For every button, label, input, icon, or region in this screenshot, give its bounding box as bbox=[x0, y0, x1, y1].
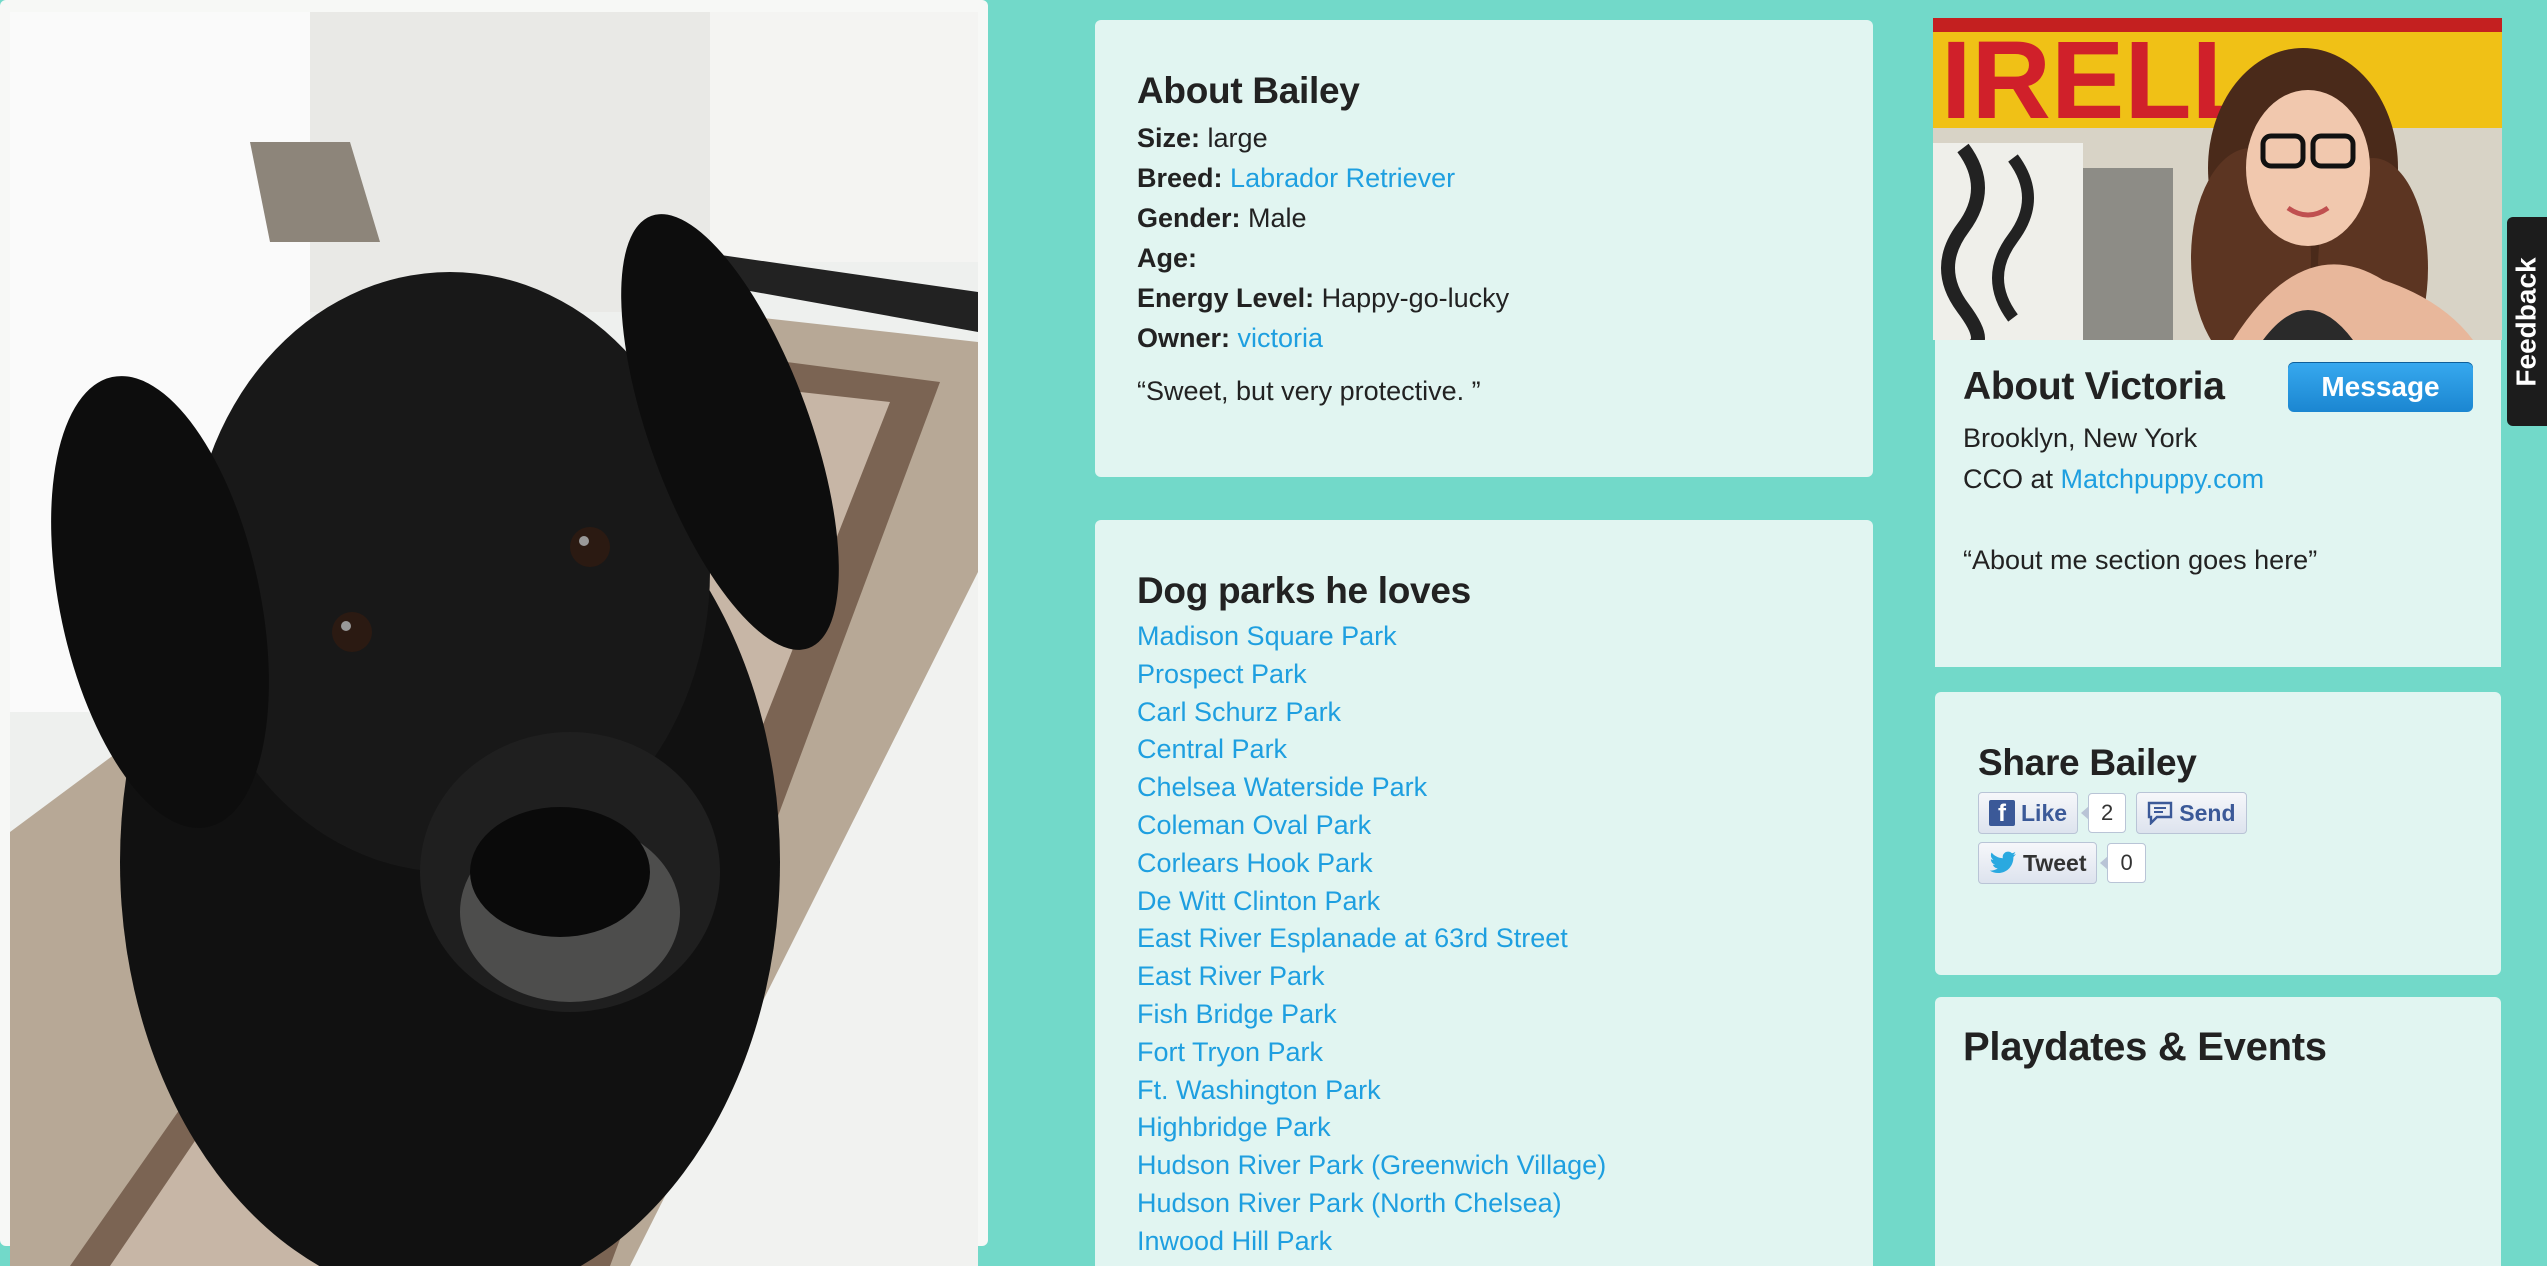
owner-job: CCO at Matchpuppy.com bbox=[1963, 464, 2265, 494]
about-dog-panel: About Bailey Size: large Breed: Labrador… bbox=[1095, 20, 1873, 477]
park-link[interactable]: Chelsea Waterside Park bbox=[1137, 769, 1831, 807]
dog-parks-panel: Dog parks he loves Madison Square Park P… bbox=[1095, 520, 1873, 1266]
owner-about: “About me section goes here” bbox=[1963, 545, 2318, 575]
events-heading: Playdates & Events bbox=[1963, 1025, 2327, 1069]
owner-portrait: IRELL bbox=[1933, 18, 2502, 340]
tweet-count: 0 bbox=[2100, 843, 2146, 883]
park-link[interactable]: Corlears Hook Park bbox=[1137, 845, 1831, 883]
fact-energy-level: Energy Level: Happy-go-lucky bbox=[1137, 283, 1510, 313]
park-link[interactable]: Fort Tryon Park bbox=[1137, 1034, 1831, 1072]
dog-parks-list: Madison Square Park Prospect Park Carl S… bbox=[1137, 618, 1831, 1261]
park-link[interactable]: Fish Bridge Park bbox=[1137, 996, 1831, 1034]
facebook-icon: f bbox=[1989, 800, 2015, 827]
dog-parks-heading: Dog parks he loves bbox=[1137, 570, 1471, 611]
fact-age: Age: bbox=[1137, 243, 1197, 273]
fact-owner: Owner: victoria bbox=[1137, 323, 1324, 353]
fact-gender: Gender: Male bbox=[1137, 203, 1307, 233]
park-link[interactable]: East River Esplanade at 63rd Street bbox=[1137, 920, 1831, 958]
sign-text: IRELL bbox=[1941, 19, 2259, 142]
owner-location: Brooklyn, New York bbox=[1963, 423, 2198, 453]
fact-size: Size: large bbox=[1137, 123, 1268, 153]
feedback-tab[interactable]: Feedback bbox=[2507, 217, 2547, 426]
like-count: 2 bbox=[2080, 793, 2127, 833]
park-link[interactable]: Inwood Hill Park bbox=[1137, 1223, 1831, 1261]
fact-breed: Breed: Labrador Retriever bbox=[1137, 163, 1456, 193]
owner-photo: IRELL bbox=[1933, 18, 2502, 340]
message-button[interactable]: Message bbox=[2288, 362, 2473, 412]
park-link[interactable]: Ft. Washington Park bbox=[1137, 1072, 1831, 1110]
tweet-button[interactable]: Tweet bbox=[1978, 842, 2098, 884]
facebook-send-button[interactable]: Send bbox=[2136, 792, 2247, 834]
company-link[interactable]: Matchpuppy.com bbox=[2061, 464, 2265, 494]
dog-photo-card bbox=[0, 0, 988, 1266]
feedback-label: Feedback bbox=[2511, 256, 2543, 387]
dog-quote: “Sweet, but very protective. ” bbox=[1137, 376, 1481, 406]
events-panel: Playdates & Events bbox=[1935, 997, 2501, 1266]
park-link[interactable]: De Witt Clinton Park bbox=[1137, 883, 1831, 921]
park-link[interactable]: East River Park bbox=[1137, 958, 1831, 996]
park-link[interactable]: Madison Square Park bbox=[1137, 618, 1831, 656]
park-link[interactable]: Hudson River Park (Greenwich Village) bbox=[1137, 1147, 1831, 1185]
dog-photo bbox=[10, 12, 978, 1266]
facebook-like-button[interactable]: f Like bbox=[1978, 792, 2079, 834]
about-owner-heading: About Victoria bbox=[1963, 365, 2225, 408]
park-link[interactable]: Carl Schurz Park bbox=[1137, 694, 1831, 732]
about-dog-heading: About Bailey bbox=[1137, 70, 1360, 111]
park-link[interactable]: Prospect Park bbox=[1137, 656, 1831, 694]
park-link[interactable]: Central Park bbox=[1137, 731, 1831, 769]
twitter-bird-icon bbox=[1989, 851, 2016, 873]
park-link[interactable]: Coleman Oval Park bbox=[1137, 807, 1831, 845]
breed-link[interactable]: Labrador Retriever bbox=[1230, 163, 1455, 193]
share-heading: Share Bailey bbox=[1978, 742, 2197, 783]
about-owner-panel: About Victoria Message Brooklyn, New Yor… bbox=[1935, 340, 2501, 667]
owner-link[interactable]: victoria bbox=[1238, 323, 1324, 353]
send-icon bbox=[2148, 801, 2173, 825]
park-link[interactable]: Highbridge Park bbox=[1137, 1109, 1831, 1147]
park-link[interactable]: Hudson River Park (North Chelsea) bbox=[1137, 1185, 1831, 1223]
share-panel: Share Bailey f Like 2 Send Tweet 0 bbox=[1935, 692, 2501, 975]
